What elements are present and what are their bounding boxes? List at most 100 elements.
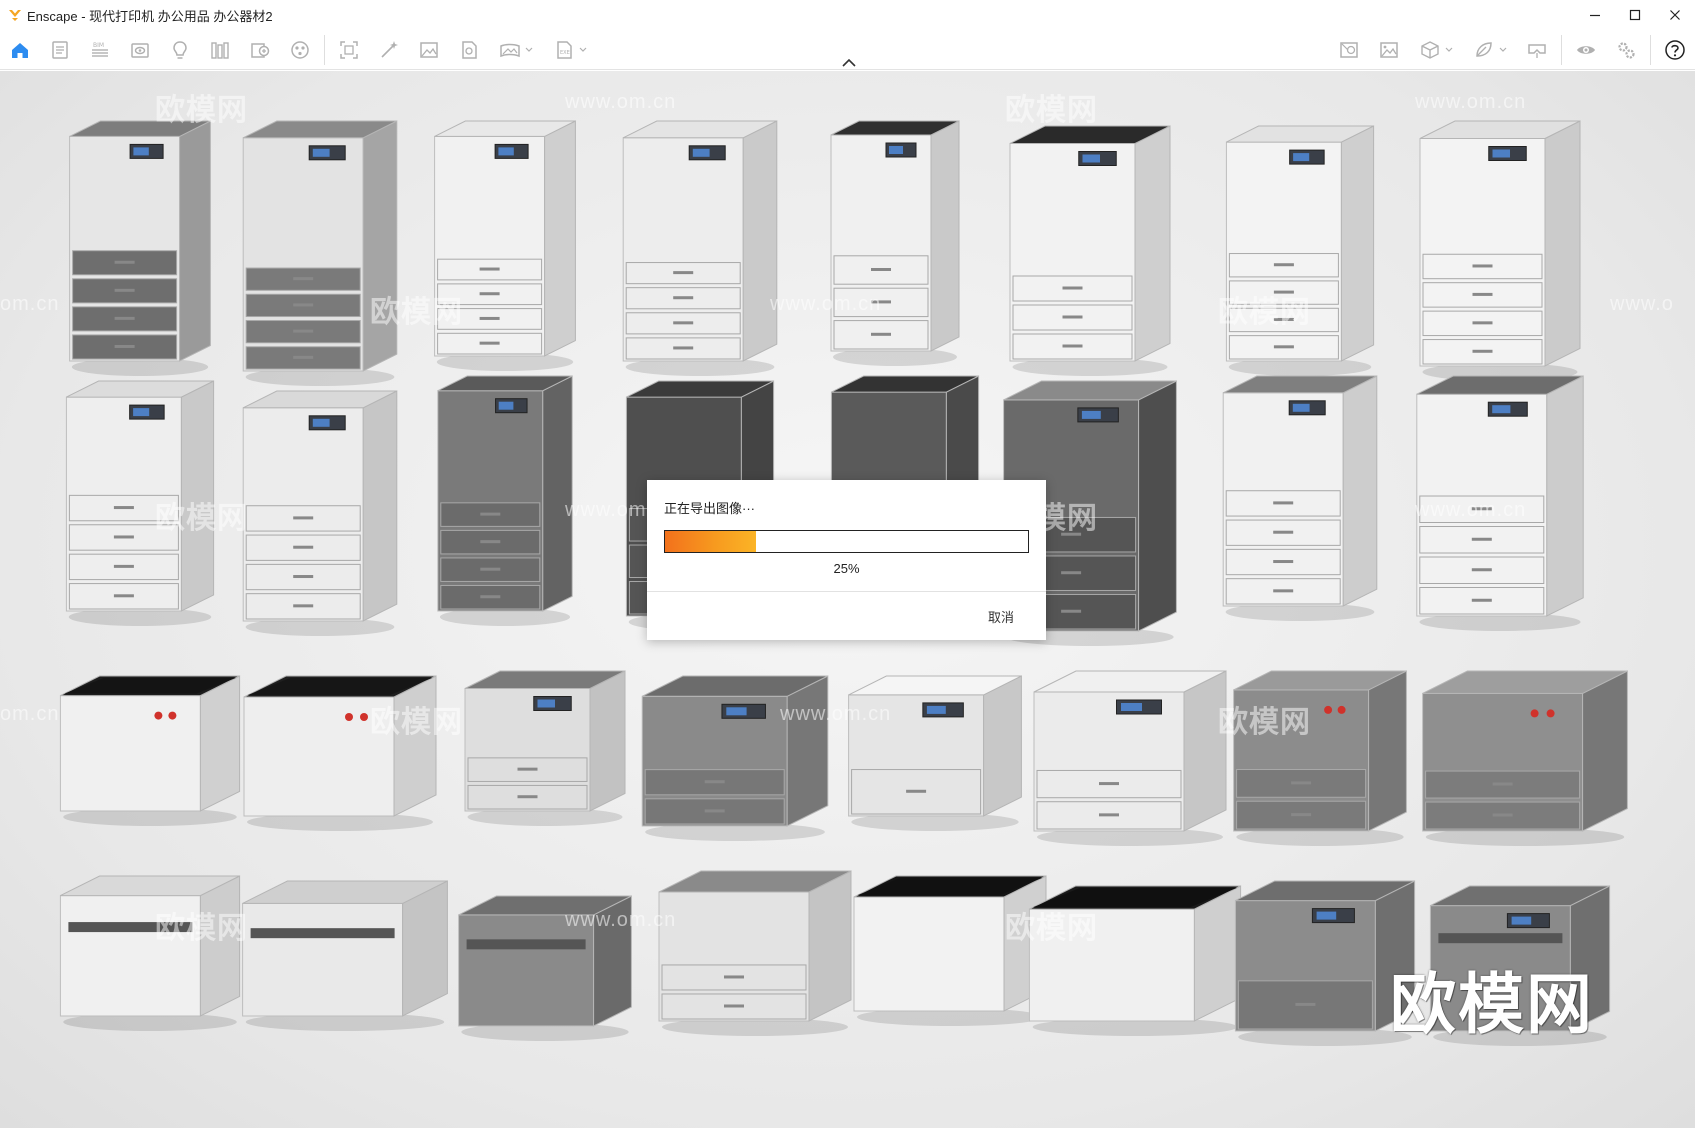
batch-button[interactable] bbox=[449, 33, 489, 67]
close-button[interactable] bbox=[1655, 0, 1695, 30]
printer-model bbox=[1009, 125, 1171, 376]
atmosphere-button[interactable] bbox=[1329, 33, 1369, 67]
close-icon bbox=[1670, 10, 1680, 20]
watermark: 欧模网 bbox=[1005, 912, 1098, 945]
watermark: 欧模网 bbox=[155, 502, 248, 535]
panorama-dropdown[interactable] bbox=[489, 33, 543, 67]
watermark: 欧模网 bbox=[1218, 296, 1311, 329]
landscape-icon bbox=[1476, 41, 1492, 57]
window-title: Enscape - 现代打印机 办公用品 办公器材2 bbox=[27, 8, 273, 24]
printer-model bbox=[437, 375, 573, 626]
maximize-button[interactable] bbox=[1615, 0, 1655, 30]
watermark-url: om.cn bbox=[0, 293, 60, 315]
asset-icon bbox=[251, 42, 270, 58]
notes-button[interactable] bbox=[40, 33, 80, 67]
magic-icon bbox=[381, 40, 398, 58]
visibility-button[interactable] bbox=[1566, 33, 1606, 67]
dialog-separator bbox=[647, 591, 1046, 592]
batch-icon bbox=[462, 40, 477, 59]
chevron-down-icon bbox=[1499, 47, 1507, 52]
printer-model bbox=[242, 120, 398, 386]
material-icon bbox=[291, 40, 309, 59]
chevron-down-icon bbox=[525, 47, 533, 52]
toolbar-separator bbox=[1650, 34, 1651, 65]
printer-model bbox=[830, 120, 960, 366]
toolbar-right-group bbox=[1329, 30, 1695, 70]
light-icon bbox=[173, 40, 187, 59]
watermark-url: www.o bbox=[1610, 293, 1674, 315]
chevron-down-icon bbox=[1445, 47, 1453, 52]
view-button[interactable] bbox=[120, 33, 160, 67]
vr-button[interactable] bbox=[1517, 33, 1557, 67]
settings-button[interactable] bbox=[1606, 33, 1646, 67]
printer-model bbox=[242, 390, 398, 636]
watermark-logo: 欧模网 bbox=[1390, 966, 1594, 1043]
screenshot-button[interactable] bbox=[409, 33, 449, 67]
svg-text:BIM: BIM bbox=[93, 42, 104, 49]
library-icon bbox=[211, 41, 229, 59]
progress-bar-fill bbox=[665, 531, 756, 552]
watermark-url: www.om.cn bbox=[1415, 499, 1527, 521]
home-icon bbox=[12, 42, 28, 58]
object-dropdown[interactable] bbox=[1409, 33, 1463, 67]
dialog-title: 正在导出图像··· bbox=[664, 501, 755, 516]
printer-model bbox=[242, 880, 448, 1031]
watermark-url: www.om.cn bbox=[565, 909, 677, 931]
vr-icon bbox=[1528, 43, 1546, 58]
light-button[interactable] bbox=[160, 33, 200, 67]
home-button[interactable] bbox=[0, 33, 40, 67]
image-settings-icon bbox=[1380, 41, 1398, 58]
help-button[interactable] bbox=[1655, 33, 1695, 67]
image-settings-button[interactable] bbox=[1369, 33, 1409, 67]
printer-model bbox=[641, 675, 829, 841]
chevron-up-icon bbox=[842, 59, 856, 67]
printer-model bbox=[1225, 125, 1375, 376]
toolbar-separator bbox=[324, 34, 325, 65]
watermark: 欧模网 bbox=[155, 912, 248, 945]
watermark-url: www.om.cn bbox=[1415, 91, 1527, 113]
progress-percentage: 25% bbox=[833, 561, 860, 576]
capture-icon bbox=[340, 40, 358, 59]
enscape-logo-icon bbox=[9, 10, 21, 21]
cancel-button[interactable]: 取消 bbox=[988, 607, 1014, 626]
visibility-icon bbox=[1577, 45, 1595, 54]
export-icon: EXE bbox=[557, 40, 572, 59]
title-bar: Enscape - 现代打印机 办公用品 办公器材2 bbox=[0, 0, 1695, 30]
watermark: 欧模网 bbox=[155, 94, 248, 127]
watermark-url: www.om.cn bbox=[770, 293, 882, 315]
printer-model bbox=[853, 875, 1047, 1026]
minimize-button[interactable] bbox=[1575, 0, 1615, 30]
export-dropdown[interactable]: EXE bbox=[543, 33, 597, 67]
toolbar-separator bbox=[1561, 34, 1562, 65]
material-button[interactable] bbox=[280, 33, 320, 67]
chevron-down-icon bbox=[579, 47, 587, 52]
printer-model bbox=[1222, 375, 1378, 621]
bim-icon: BIM bbox=[92, 42, 108, 57]
asset-button[interactable] bbox=[240, 33, 280, 67]
printer-model bbox=[658, 870, 852, 1036]
view-icon bbox=[131, 42, 149, 58]
watermark-url: www.om.cn bbox=[780, 703, 892, 725]
printer-model bbox=[59, 875, 241, 1031]
maximize-icon bbox=[1629, 9, 1641, 21]
watermark-url: om.cn bbox=[0, 703, 60, 725]
magic-button[interactable] bbox=[369, 33, 409, 67]
watermark: 欧模网 bbox=[1005, 94, 1098, 127]
object-icon bbox=[1421, 40, 1439, 59]
library-button[interactable] bbox=[200, 33, 240, 67]
printer-model bbox=[1419, 120, 1581, 381]
window-controls bbox=[1575, 0, 1695, 30]
panorama-icon bbox=[500, 43, 520, 57]
toolbar-capture-group: EXE bbox=[329, 30, 597, 70]
printer-model bbox=[59, 675, 241, 826]
capture-button[interactable] bbox=[329, 33, 369, 67]
bim-button[interactable]: BIM bbox=[80, 33, 120, 67]
notes-icon bbox=[52, 40, 68, 59]
watermark: 欧模网 bbox=[1218, 706, 1311, 739]
landscape-dropdown[interactable] bbox=[1463, 33, 1517, 67]
export-progress-dialog: 正在导出图像··· 25% 取消 bbox=[647, 480, 1046, 640]
collapse-toolbar-button[interactable] bbox=[838, 56, 860, 70]
printer-model bbox=[622, 120, 778, 376]
help-icon bbox=[1665, 39, 1685, 60]
atmosphere-icon bbox=[1340, 41, 1358, 58]
